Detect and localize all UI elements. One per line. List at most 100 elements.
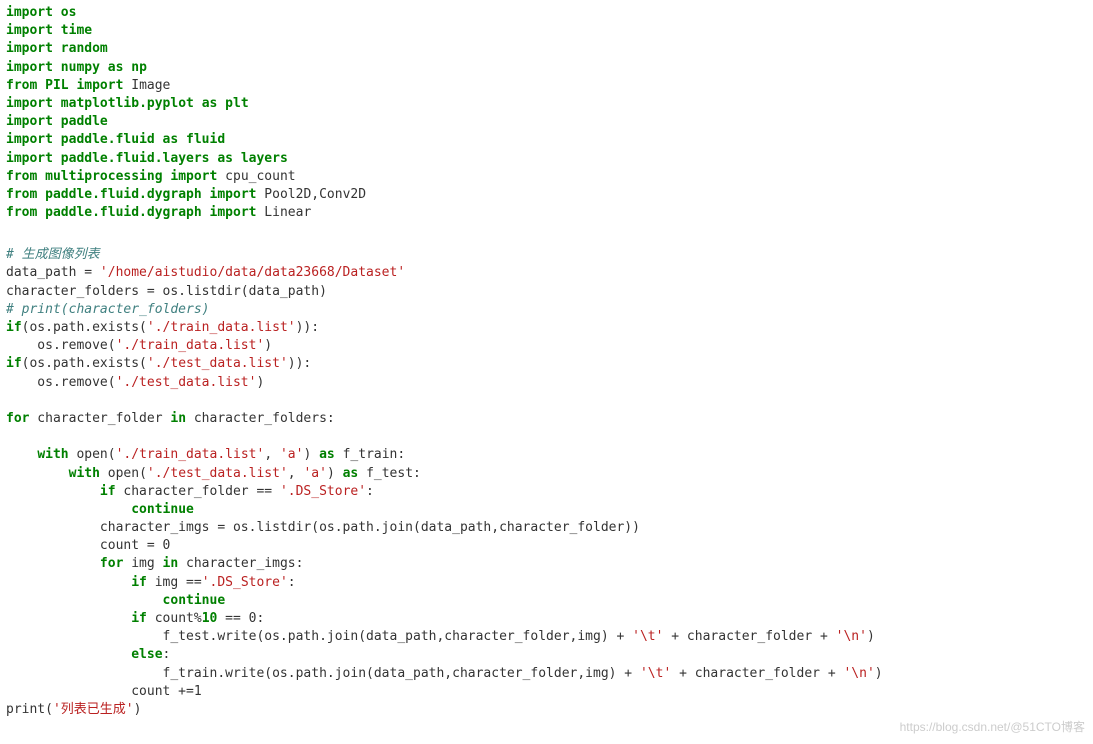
code-token: Linear <box>256 205 311 220</box>
code-token: )): <box>288 356 311 371</box>
code-token: ) <box>875 666 883 681</box>
code-token: : <box>163 647 171 662</box>
code-token: == 0: <box>217 611 264 626</box>
code-token <box>6 647 131 662</box>
code-token: PIL <box>45 78 68 93</box>
code-token: if <box>131 575 147 590</box>
code-token: \n <box>851 666 867 681</box>
code-token <box>6 611 131 626</box>
code-token <box>202 187 210 202</box>
code-token: character_imgs = os.listdir(os.path.join… <box>6 520 640 535</box>
code-token: ) <box>134 702 142 717</box>
code-token <box>178 132 186 147</box>
code-token: './test_data.list' <box>147 356 288 371</box>
code-token <box>6 575 131 590</box>
code-token: import <box>76 78 123 93</box>
code-token: ) <box>256 375 264 390</box>
code-token <box>6 502 131 517</box>
code-token: continue <box>163 593 226 608</box>
code-token: import <box>6 151 53 166</box>
code-token: import <box>6 96 53 111</box>
code-token: from <box>6 169 37 184</box>
code-token <box>194 96 202 111</box>
code-token: ) <box>867 629 875 644</box>
code-token <box>53 23 61 38</box>
code-token: from <box>6 205 37 220</box>
code-token: character_folder <box>29 411 170 426</box>
code-token: for <box>100 556 123 571</box>
code-token: in <box>163 556 179 571</box>
code-token: with <box>37 447 68 462</box>
code-token: \t <box>648 666 664 681</box>
code-token: random <box>61 41 108 56</box>
code-token: if <box>6 320 22 335</box>
code-token: , <box>264 447 280 462</box>
code-block-imports: import os import time import random impo… <box>0 0 1093 226</box>
code-token: as <box>108 60 124 75</box>
code-token <box>53 114 61 129</box>
code-token: f_train.write(os.path.join(data_path,cha… <box>6 666 640 681</box>
code-token: matplotlib.pyplot <box>61 96 194 111</box>
code-token: ) <box>264 338 272 353</box>
code-token: as <box>319 447 335 462</box>
code-token: from <box>6 187 37 202</box>
code-token: paddle.fluid.dygraph <box>45 205 202 220</box>
code-block-main: # 生成图像列表 data_path = '/home/aistudio/dat… <box>0 242 1093 723</box>
code-token: multiprocessing <box>45 169 162 184</box>
code-token: import <box>170 169 217 184</box>
code-token: count% <box>147 611 202 626</box>
code-token: )): <box>296 320 319 335</box>
code-token: './train_data.list' <box>116 447 265 462</box>
code-token: as <box>202 96 218 111</box>
code-token <box>53 151 61 166</box>
code-token <box>6 484 100 499</box>
code-token: (os.path.exists( <box>22 356 147 371</box>
code-token: print( <box>6 702 53 717</box>
code-token <box>6 429 37 444</box>
code-token: character_folder == <box>116 484 280 499</box>
code-token: Image <box>123 78 170 93</box>
code-token <box>6 466 69 481</box>
code-token: for <box>6 411 29 426</box>
code-token: ) <box>327 466 343 481</box>
code-token: # print(character_folders) <box>6 302 210 317</box>
code-token: os.remove( <box>6 338 116 353</box>
code-token: paddle <box>61 114 108 129</box>
code-token: '/home/aistudio/data/data23668/Dataset' <box>100 265 405 280</box>
code-token: as <box>343 466 359 481</box>
code-token: img == <box>147 575 202 590</box>
code-token: img <box>123 556 162 571</box>
code-token: 10 <box>202 611 218 626</box>
code-token: import <box>6 5 53 20</box>
code-token: 'a' <box>303 466 326 481</box>
code-token: character_folders: <box>186 411 335 426</box>
code-token: count +=1 <box>6 684 202 699</box>
code-token <box>233 151 241 166</box>
code-token: import <box>210 187 257 202</box>
code-token: # 生成图像列表 <box>6 247 100 262</box>
code-token: continue <box>131 502 194 517</box>
code-token: '.DS_Store' <box>202 575 288 590</box>
code-token <box>6 393 37 408</box>
code-token <box>202 205 210 220</box>
code-token: else <box>131 647 162 662</box>
code-token <box>53 132 61 147</box>
code-token: '.DS_Store' <box>280 484 366 499</box>
code-token: + character_folder + <box>663 629 835 644</box>
code-token: ' <box>632 629 640 644</box>
code-token: import <box>6 132 53 147</box>
code-token: np <box>131 60 147 75</box>
code-token: as <box>163 132 179 147</box>
code-token <box>155 132 163 147</box>
code-token: count = 0 <box>6 538 170 553</box>
code-token: from <box>6 78 37 93</box>
code-token: (os.path.exists( <box>22 320 147 335</box>
code-token: as <box>217 151 233 166</box>
code-token <box>37 78 45 93</box>
code-token: './test_data.list' <box>116 375 257 390</box>
code-token: numpy <box>61 60 100 75</box>
code-token: '列表已生成' <box>53 702 134 717</box>
code-token: fluid <box>186 132 225 147</box>
code-token <box>37 205 45 220</box>
code-token: import <box>6 114 53 129</box>
